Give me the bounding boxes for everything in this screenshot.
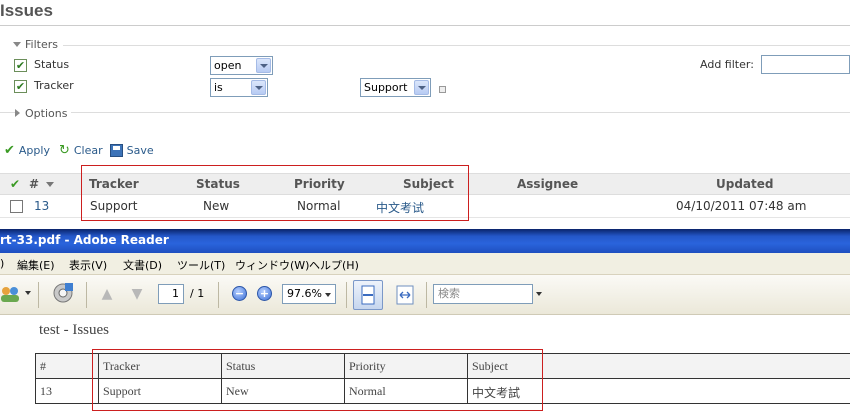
sort-desc-icon — [46, 182, 54, 187]
menu-document[interactable]: 文書(D) — [123, 257, 162, 273]
dropdown-arrow-icon — [256, 58, 271, 73]
apply-link[interactable]: Apply — [19, 144, 50, 157]
zoom-in-icon[interactable]: + — [257, 286, 272, 301]
title-divider — [0, 25, 850, 26]
pdf-table-line — [35, 353, 36, 404]
options-legend[interactable]: Options — [15, 107, 72, 120]
status-operator-select[interactable]: open — [210, 56, 273, 75]
tracker-filter-checkbox[interactable]: ✔ — [14, 80, 27, 93]
collapse-triangle-icon — [13, 42, 21, 47]
filters-bottom-border — [0, 112, 850, 113]
save-link[interactable]: Save — [127, 144, 154, 157]
toolbar-separator — [346, 282, 347, 308]
dropdown-arrow-icon — [414, 80, 429, 95]
previous-page-icon[interactable]: ▲ — [98, 285, 116, 303]
issue-updated: 04/10/2011 07:48 am — [676, 199, 807, 213]
zoom-level-input[interactable]: 97.6% — [282, 284, 336, 304]
menu-edit[interactable]: 編集(E) — [17, 257, 55, 273]
menu-help[interactable]: ヘルプ(H) — [309, 257, 359, 273]
collaborate-dropdown-arrow-icon[interactable] — [25, 291, 31, 295]
filters-legend-label: Filters — [25, 38, 58, 51]
pdf-cell-number: 13 — [40, 384, 52, 398]
query-actions: ✔ Apply ↻ Clear Save — [4, 143, 154, 158]
search-dropdown-arrow-icon[interactable] — [536, 292, 542, 296]
tracker-operator-value: is — [214, 81, 223, 94]
status-filter-label: Status — [34, 58, 70, 71]
search-input[interactable]: 検索 — [433, 284, 533, 304]
page-title: Issues — [0, 1, 53, 20]
highlight-box-pdf — [92, 349, 543, 411]
filters-legend[interactable]: Filters — [13, 38, 58, 51]
status-filter-checkbox[interactable]: ✔ — [14, 59, 27, 72]
toolbar-separator — [218, 282, 219, 308]
menu-file[interactable]: ) — [0, 257, 4, 270]
toolbar-separator — [38, 282, 39, 308]
options-legend-label: Options — [25, 107, 68, 120]
toolbar-separator — [86, 282, 87, 308]
page-number-input[interactable]: 1 — [158, 284, 184, 304]
checkmark-icon: ✔ — [15, 80, 26, 93]
pdf-document-title: test - Issues — [39, 322, 109, 338]
zoom-out-icon[interactable]: − — [232, 286, 247, 301]
pdf-header-number: # — [40, 359, 46, 373]
menu-view[interactable]: 表示(V) — [69, 257, 107, 273]
menu-window[interactable]: ウィンドウ(W) — [235, 257, 309, 273]
search-placeholder: 検索 — [438, 287, 460, 300]
apply-checkmark-icon: ✔ — [4, 143, 15, 158]
reader-window-title: rt-33.pdf - Adobe Reader — [0, 233, 169, 247]
fit-width-icon[interactable] — [392, 282, 418, 308]
column-header-assignee[interactable]: Assignee — [517, 177, 578, 191]
add-filter-select[interactable] — [761, 55, 850, 74]
zoom-level-value: 97.6% — [287, 287, 322, 300]
column-header-updated[interactable]: Updated — [716, 177, 774, 191]
fit-page-icon[interactable] — [353, 280, 383, 310]
collaborate-icon[interactable] — [0, 284, 22, 304]
issue-row-checkbox[interactable] — [10, 200, 23, 213]
add-filter-label: Add filter: — [700, 58, 754, 71]
issue-number-link[interactable]: 13 — [34, 199, 49, 213]
expand-triangle-icon — [15, 109, 20, 117]
page-total: / 1 — [190, 287, 205, 300]
tracker-filter-label: Tracker — [34, 79, 74, 92]
tracker-value: Support — [364, 81, 408, 94]
select-all-checkmark-icon[interactable]: ✔ — [10, 177, 20, 191]
dropdown-arrow-icon — [251, 80, 266, 95]
toolbar-separator — [426, 282, 427, 308]
highlight-box-redmine — [81, 165, 469, 221]
tracker-value-select[interactable]: Support — [360, 78, 431, 97]
next-page-icon[interactable]: ▼ — [128, 285, 146, 303]
menu-tools[interactable]: ツール(T) — [177, 257, 225, 273]
reload-icon: ↻ — [58, 143, 70, 158]
secure-settings-icon[interactable] — [50, 281, 76, 305]
tracker-operator-select[interactable]: is — [210, 78, 268, 97]
save-disk-icon — [109, 144, 123, 157]
clear-link[interactable]: Clear — [74, 144, 103, 157]
toggle-multiselect-icon[interactable] — [439, 86, 446, 93]
column-header-number[interactable]: # — [29, 177, 39, 191]
zoom-dropdown-arrow-icon[interactable] — [325, 293, 331, 297]
checkmark-icon: ✔ — [15, 59, 26, 72]
filters-fieldset-border — [63, 45, 850, 46]
status-operator-value: open — [214, 59, 242, 72]
